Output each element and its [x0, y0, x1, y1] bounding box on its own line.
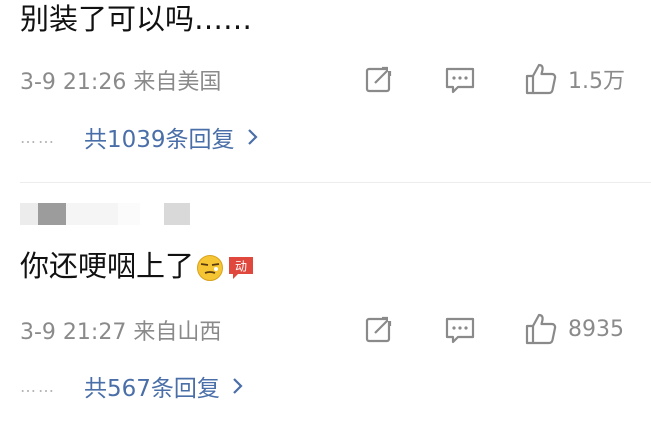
- comment-meta: 3-9 21:26 来自美国: [20, 64, 221, 96]
- like-count: 1.5万: [568, 69, 625, 94]
- thumbs-up-icon: [524, 312, 558, 346]
- reply-dots: ……: [20, 127, 56, 147]
- reply-dots: ……: [20, 376, 56, 396]
- chevron-right-icon: [247, 128, 259, 146]
- thumbs-up-icon: [524, 62, 558, 96]
- like-button[interactable]: 8935: [524, 312, 624, 346]
- replies-row: …… 共1039条回复: [20, 121, 259, 153]
- share-icon: [364, 64, 394, 94]
- comment-button[interactable]: [444, 314, 476, 346]
- comment-time-location: 3-9 21:27 来自山西: [20, 320, 222, 345]
- share-button[interactable]: [364, 314, 394, 344]
- smirk-face-emoji-icon: [196, 254, 224, 289]
- comment-icon: [444, 314, 476, 346]
- comment-time-location: 3-9 21:26 来自美国: [20, 70, 222, 95]
- share-icon: [364, 314, 394, 344]
- comment-text: 你还哽咽上了: [20, 249, 195, 283]
- share-button[interactable]: [364, 64, 394, 94]
- reply-count: 共567条回复: [84, 376, 220, 402]
- dong-sticker-emoji-icon: 动: [226, 254, 256, 288]
- reply-count: 共1039条回复: [84, 127, 235, 153]
- chevron-right-icon: [232, 377, 244, 395]
- comment-text: 别装了可以吗……: [20, 2, 253, 36]
- comment-button[interactable]: [444, 64, 476, 96]
- comment-divider: [20, 182, 651, 183]
- like-button[interactable]: 1.5万: [524, 62, 625, 96]
- comment-body: 你还哽咽上了 动: [20, 249, 256, 289]
- comment-icon: [444, 64, 476, 96]
- view-replies-link[interactable]: 共1039条回复: [84, 120, 259, 154]
- view-replies-link[interactable]: 共567条回复: [84, 369, 244, 403]
- svg-text:动: 动: [235, 260, 247, 274]
- comment-meta: 3-9 21:27 来自山西: [20, 314, 221, 346]
- username-pixelated[interactable]: [20, 203, 190, 225]
- replies-row: …… 共567条回复: [20, 370, 244, 402]
- like-count: 8935: [568, 316, 624, 342]
